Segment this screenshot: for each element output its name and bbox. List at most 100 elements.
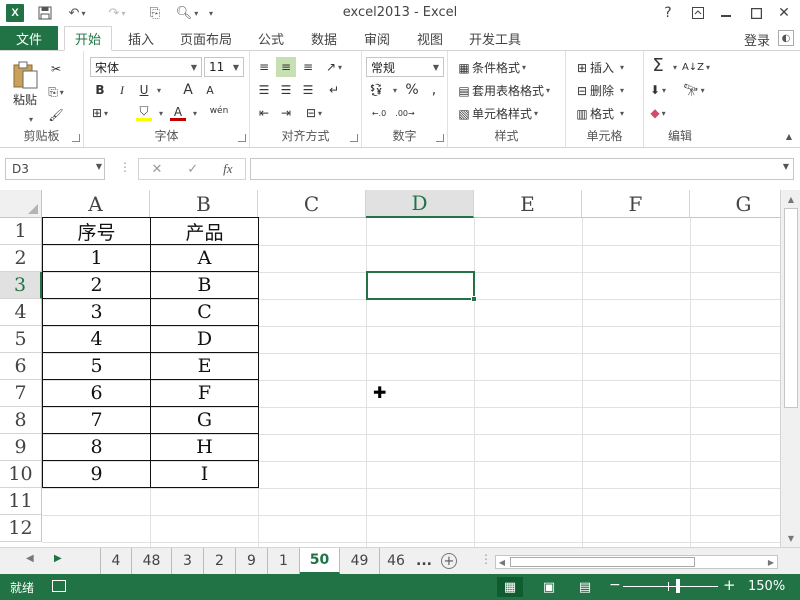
alignment-launcher-icon[interactable] <box>350 134 358 142</box>
zoom-slider-thumb[interactable] <box>676 579 680 593</box>
column-header-g[interactable]: G <box>690 190 780 218</box>
confirm-entry-icon[interactable]: ✓ <box>187 162 198 177</box>
font-name-combo[interactable]: 宋体 ▼ <box>90 57 202 77</box>
font-color-icon[interactable]: A <box>170 105 186 121</box>
cell-b4[interactable]: C <box>151 299 259 326</box>
tab-formulas[interactable]: 公式 <box>250 26 292 51</box>
sheet-tab-48[interactable]: 48 <box>132 548 172 574</box>
align-left-icon[interactable]: ☰ <box>256 82 272 98</box>
normal-view-icon[interactable]: ▦ <box>497 577 523 597</box>
zoom-level[interactable]: 150% <box>748 579 785 594</box>
active-cell-d3[interactable] <box>366 271 475 300</box>
sheet-next-icon[interactable]: ▶ <box>54 553 62 564</box>
column-header-e[interactable]: E <box>474 190 582 218</box>
maximize-icon[interactable] <box>744 2 768 24</box>
name-box-dropdown-icon[interactable]: ▼ <box>96 162 102 171</box>
clear-icon[interactable]: ◆ ▾ <box>650 105 666 121</box>
cell-b2[interactable]: A <box>151 245 259 272</box>
row-header-5[interactable]: 5 <box>0 326 42 353</box>
macro-recording-icon[interactable] <box>52 580 66 592</box>
cancel-entry-icon[interactable]: ✕ <box>151 162 162 177</box>
row-header-2[interactable]: 2 <box>0 245 42 272</box>
fill-icon[interactable]: ⬇ ▾ <box>650 82 666 98</box>
borders-icon[interactable]: ⊞ ▾ <box>92 105 108 121</box>
vertical-scrollbar[interactable]: ▲ ▼ <box>780 190 800 547</box>
font-size-dropdown-icon[interactable]: ▼ <box>229 58 243 76</box>
align-bottom-icon[interactable]: ≡ <box>300 59 316 75</box>
fill-color-icon[interactable]: ⛉ <box>136 104 152 121</box>
grow-font-button[interactable]: A <box>180 82 196 98</box>
font-name-dropdown-icon[interactable]: ▼ <box>187 58 201 76</box>
login-link[interactable]: 登录 <box>744 30 770 49</box>
tab-file[interactable]: 文件 <box>0 26 58 51</box>
paste-dropdown-icon[interactable]: ▾ <box>22 111 38 127</box>
cell-a10[interactable]: 9 <box>43 461 151 488</box>
more-sheets-button[interactable]: ... <box>412 548 436 574</box>
cell-b6[interactable]: E <box>151 353 259 380</box>
number-launcher-icon[interactable] <box>436 134 444 142</box>
page-break-view-icon[interactable]: ▤ <box>572 577 598 597</box>
cell-styles-button[interactable]: ▧ 单元格样式 ▾ <box>456 105 538 122</box>
find-select-icon[interactable]: 🔭︎ ▾ <box>683 82 704 98</box>
cell-a7[interactable]: 6 <box>43 380 151 407</box>
cell-b8[interactable]: G <box>151 407 259 434</box>
row-header-8[interactable]: 8 <box>0 407 42 434</box>
cell-b5[interactable]: D <box>151 326 259 353</box>
horizontal-scrollbar[interactable]: ◀ ▶ <box>495 555 778 569</box>
cell-a2[interactable]: 1 <box>43 245 151 272</box>
column-header-f[interactable]: F <box>582 190 690 218</box>
sheet-tab-9[interactable]: 9 <box>236 548 268 574</box>
help-button[interactable]: ? <box>656 2 680 24</box>
expand-formula-bar-icon[interactable]: ▼ <box>783 162 789 171</box>
align-right-icon[interactable]: ☰ <box>300 82 316 98</box>
tab-insert[interactable]: 插入 <box>120 26 162 51</box>
scroll-left-icon[interactable]: ◀ <box>496 556 508 568</box>
row-header-12[interactable]: 12 <box>0 515 42 542</box>
sheet-tab-4[interactable]: 4 <box>100 548 132 574</box>
sheet-tab-3[interactable]: 3 <box>172 548 204 574</box>
tab-splitter-icon[interactable]: ⋮ <box>480 552 492 566</box>
sort-filter-icon[interactable]: A↓Z ▾ <box>682 59 710 75</box>
row-header-1[interactable]: 1 <box>0 218 42 245</box>
add-sheet-icon[interactable]: + <box>441 553 457 569</box>
collapse-ribbon-icon[interactable]: ▲ <box>786 132 792 141</box>
zoom-in-icon[interactable]: + <box>723 576 736 594</box>
accounting-format-icon[interactable]: 💱︎ <box>368 82 384 98</box>
format-as-table-button[interactable]: ▤ 套用表格格式 ▾ <box>456 82 550 99</box>
select-all-button[interactable] <box>0 190 42 218</box>
insert-function-button[interactable]: fx <box>223 161 232 177</box>
autosum-dropdown-icon[interactable]: ▾ <box>666 59 682 75</box>
clipboard-launcher-icon[interactable] <box>72 134 80 142</box>
autosum-icon[interactable]: Σ <box>650 55 666 76</box>
cell-b9[interactable]: H <box>151 434 259 461</box>
wrap-text-icon[interactable]: ↵ <box>326 82 342 98</box>
sheet-tab-2[interactable]: 2 <box>204 548 236 574</box>
tab-data[interactable]: 数据 <box>302 26 346 51</box>
insert-cells-button[interactable]: ⊞ 插入 ▾ <box>574 59 624 76</box>
orientation-icon[interactable]: ↗ ▾ <box>326 59 342 75</box>
tab-page-layout[interactable]: 页面布局 <box>176 26 236 51</box>
align-center-icon[interactable]: ☰ <box>278 82 294 98</box>
delete-cells-button[interactable]: ⊟ 删除 ▾ <box>574 82 624 99</box>
increase-decimal-icon[interactable]: ←.0 <box>368 105 390 121</box>
horizontal-scroll-thumb[interactable] <box>510 557 695 567</box>
comma-style-icon[interactable]: , <box>426 82 442 98</box>
formula-bar-splitter[interactable]: ⋮ <box>119 160 131 174</box>
cell-b7[interactable]: F <box>151 380 259 407</box>
align-top-icon[interactable]: ≡ <box>256 59 272 75</box>
tab-view[interactable]: 视图 <box>408 26 452 51</box>
merge-center-icon[interactable]: ⊟ ▾ <box>306 105 322 121</box>
name-box[interactable]: D3 ▼ <box>5 158 105 180</box>
number-format-dropdown-icon[interactable]: ▼ <box>429 58 443 76</box>
sheet-tab-46[interactable]: 46 <box>380 548 412 574</box>
tab-review[interactable]: 审阅 <box>356 26 398 51</box>
cell-a9[interactable]: 8 <box>43 434 151 461</box>
page-layout-view-icon[interactable]: ▣ <box>536 577 562 597</box>
column-header-c[interactable]: C <box>258 190 366 218</box>
cell-a1[interactable]: 序号 <box>43 218 151 245</box>
zoom-slider-track[interactable] <box>623 586 718 587</box>
increase-indent-icon[interactable]: ⇥ <box>278 105 294 121</box>
scroll-down-icon[interactable]: ▼ <box>784 531 798 545</box>
shrink-font-button[interactable]: A <box>202 82 218 98</box>
copy-icon[interactable]: ⎘ ▾ <box>48 84 64 100</box>
